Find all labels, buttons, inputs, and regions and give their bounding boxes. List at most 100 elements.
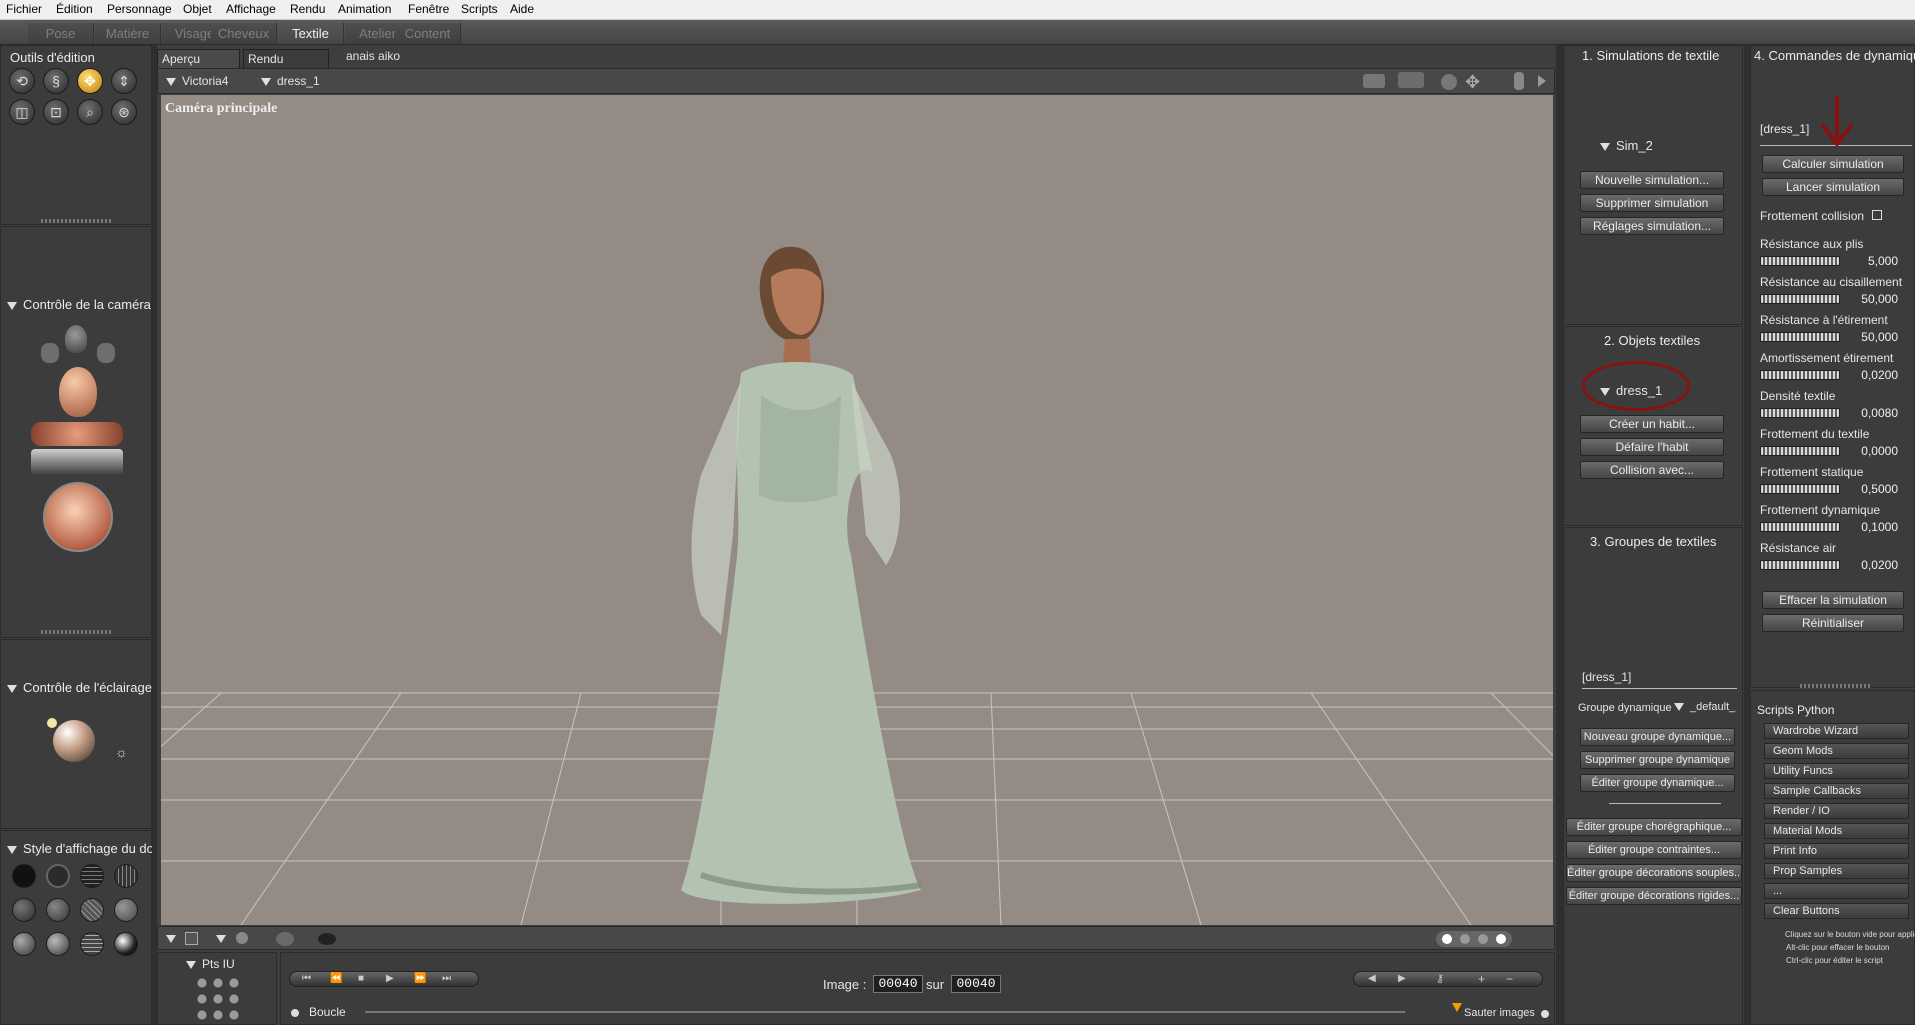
lit-wireframe-style-icon[interactable] [12, 898, 36, 922]
layout-dot-icon[interactable] [1478, 934, 1488, 944]
step-forward-icon[interactable]: ⏩ [414, 973, 426, 984]
viewport-tab-preview[interactable]: Aperçu [157, 49, 240, 68]
shadow-toggle-icon[interactable] [276, 932, 294, 946]
light-sun-icon[interactable]: ☼ [115, 744, 128, 760]
collapse-triangle-icon[interactable] [7, 684, 17, 693]
panel-grip[interactable] [1800, 684, 1870, 688]
menu-fichier[interactable]: Fichier [6, 2, 42, 16]
taper-tool-icon[interactable]: ⊡ [43, 99, 69, 125]
camera-right-hand-icon[interactable] [97, 343, 115, 363]
menu-animation[interactable]: Animation [338, 2, 391, 16]
flat-shaded-style-icon[interactable] [46, 898, 70, 922]
script-button-print-info[interactable]: Print Info [1764, 843, 1909, 859]
wireframe-style-icon[interactable] [80, 864, 104, 888]
script-button-geom-mods[interactable]: Geom Mods [1764, 743, 1909, 759]
new-dynamic-group-button[interactable]: Nouveau groupe dynamique... [1580, 728, 1735, 746]
script-button-render-io[interactable]: Render / IO [1764, 803, 1909, 819]
menu-objet[interactable]: Objet [183, 2, 212, 16]
right-arrow-icon[interactable] [1538, 75, 1546, 87]
menu-scripts[interactable]: Scripts [461, 2, 498, 16]
camera-rotate-hands-icon[interactable] [31, 422, 123, 446]
script-button-clear-buttons[interactable]: Clear Buttons [1764, 903, 1909, 919]
zoom-tool-icon[interactable]: ⌕ [77, 99, 103, 125]
delete-dynamic-group-button[interactable]: Supprimer groupe dynamique [1580, 751, 1735, 769]
object-mode-icon[interactable] [1441, 74, 1457, 90]
scale-tool-icon[interactable]: ◫ [9, 99, 35, 125]
param-value[interactable]: 50,000 [1850, 292, 1898, 306]
add-key-icon[interactable]: + [1478, 972, 1485, 986]
camera-head-icon[interactable] [65, 325, 87, 353]
actor-select-menu[interactable]: dress_1 [261, 74, 320, 88]
tab-cheveux[interactable]: Cheveux [211, 23, 277, 44]
param-value[interactable]: 0,0080 [1850, 406, 1898, 420]
param-value[interactable]: 5,000 [1850, 254, 1898, 268]
ground-shadow-icon[interactable] [318, 933, 336, 945]
layout-dot-icon[interactable] [1460, 934, 1470, 944]
translate-tool-icon[interactable]: ✥ [77, 68, 103, 94]
panel-divider[interactable] [152, 45, 157, 1025]
key-icon[interactable]: ⚷ [1436, 972, 1444, 985]
delete-simulation-button[interactable]: Supprimer simulation [1580, 194, 1724, 212]
skip-frames-radio[interactable] [1541, 1010, 1549, 1018]
edit-rigid-decorated-group-button[interactable]: Éditer groupe décorations rigides... [1566, 887, 1742, 905]
step-back-icon[interactable]: ⏪ [330, 973, 342, 984]
rotate-tool-icon[interactable]: ⟲ [9, 68, 35, 94]
texture-shaded-style-icon[interactable] [80, 932, 104, 956]
sim-select-menu[interactable]: Sim_2 [1600, 138, 1653, 153]
twist-tool-icon[interactable]: § [43, 68, 69, 94]
param-dial[interactable] [1760, 522, 1840, 532]
figure-select-menu[interactable]: Victoria4 [166, 74, 228, 88]
menu-aide[interactable]: Aide [510, 2, 534, 16]
script-button-prop-samples[interactable]: Prop Samples [1764, 863, 1909, 879]
tab-pose[interactable]: Pose [28, 23, 94, 44]
texture-lined-style-icon[interactable] [114, 932, 138, 956]
calculate-simulation-button[interactable]: Calculer simulation [1762, 155, 1904, 173]
light-bulb-icon[interactable] [1514, 72, 1524, 90]
new-simulation-button[interactable]: Nouvelle simulation... [1580, 171, 1724, 189]
menu-rendu[interactable]: Rendu [290, 2, 325, 16]
undo-cloth-button[interactable]: Défaire l'habit [1580, 438, 1724, 456]
viewport-tab-render[interactable]: Rendu [243, 49, 329, 68]
move-view-icon[interactable]: ✥ [1465, 72, 1480, 93]
reset-button[interactable]: Réinitialiser [1762, 614, 1904, 632]
light-small-dot-icon[interactable] [47, 718, 57, 728]
menu-edition[interactable]: Édition [56, 2, 93, 16]
play-icon[interactable]: ▶ [386, 973, 394, 984]
param-value[interactable]: 0,5000 [1850, 482, 1898, 496]
panel-grip[interactable] [41, 630, 111, 634]
direct-manip-icon[interactable]: ⊛ [111, 99, 137, 125]
camera-icon[interactable] [1363, 74, 1385, 88]
tab-matiere[interactable]: Matière [95, 23, 161, 44]
script-button-utility-funcs[interactable]: Utility Funcs [1764, 763, 1909, 779]
param-dial[interactable] [1760, 332, 1840, 342]
prev-key-icon[interactable]: ◀ [1368, 973, 1376, 984]
edit-constrained-group-button[interactable]: Éditer groupe contraintes... [1566, 841, 1742, 859]
camera-set-icon[interactable] [1398, 72, 1424, 88]
light-sphere-icon[interactable] [53, 720, 95, 762]
frame-input[interactable]: 00040 [873, 975, 923, 993]
param-dial[interactable] [1760, 560, 1840, 570]
camera-left-hand-icon[interactable] [41, 343, 59, 363]
dropdown-triangle-icon[interactable] [216, 935, 226, 943]
script-button-wardrobe-wizard[interactable]: Wardrobe Wizard [1764, 723, 1909, 739]
panel-grip[interactable] [41, 219, 111, 223]
script-button-sample-callbacks[interactable]: Sample Callbacks [1764, 783, 1909, 799]
cartoon-style-icon[interactable] [114, 898, 138, 922]
dynamic-group-select[interactable]: _default_ [1674, 701, 1735, 713]
param-value[interactable]: 0,0200 [1850, 558, 1898, 572]
param-value[interactable]: 0,0000 [1850, 444, 1898, 458]
translate-in-out-icon[interactable]: ⇕ [111, 68, 137, 94]
dropdown-triangle-icon[interactable] [166, 935, 176, 943]
menu-personnage[interactable]: Personnage [107, 2, 172, 16]
box-toggle-icon[interactable] [185, 932, 198, 945]
param-value[interactable]: 0,0200 [1850, 368, 1898, 382]
param-dial[interactable] [1760, 408, 1840, 418]
go-end-icon[interactable]: ⏭ [442, 973, 451, 984]
edit-dynamic-group-button[interactable]: Éditer groupe dynamique... [1580, 774, 1735, 792]
next-key-icon[interactable]: ▶ [1398, 973, 1406, 984]
collapse-triangle-icon[interactable] [186, 960, 196, 969]
param-dial[interactable] [1760, 256, 1840, 266]
menu-fenetre[interactable]: Fenêtre [408, 2, 449, 16]
camera-main-head-icon[interactable] [59, 367, 97, 417]
loop-radio[interactable] [291, 1009, 299, 1017]
